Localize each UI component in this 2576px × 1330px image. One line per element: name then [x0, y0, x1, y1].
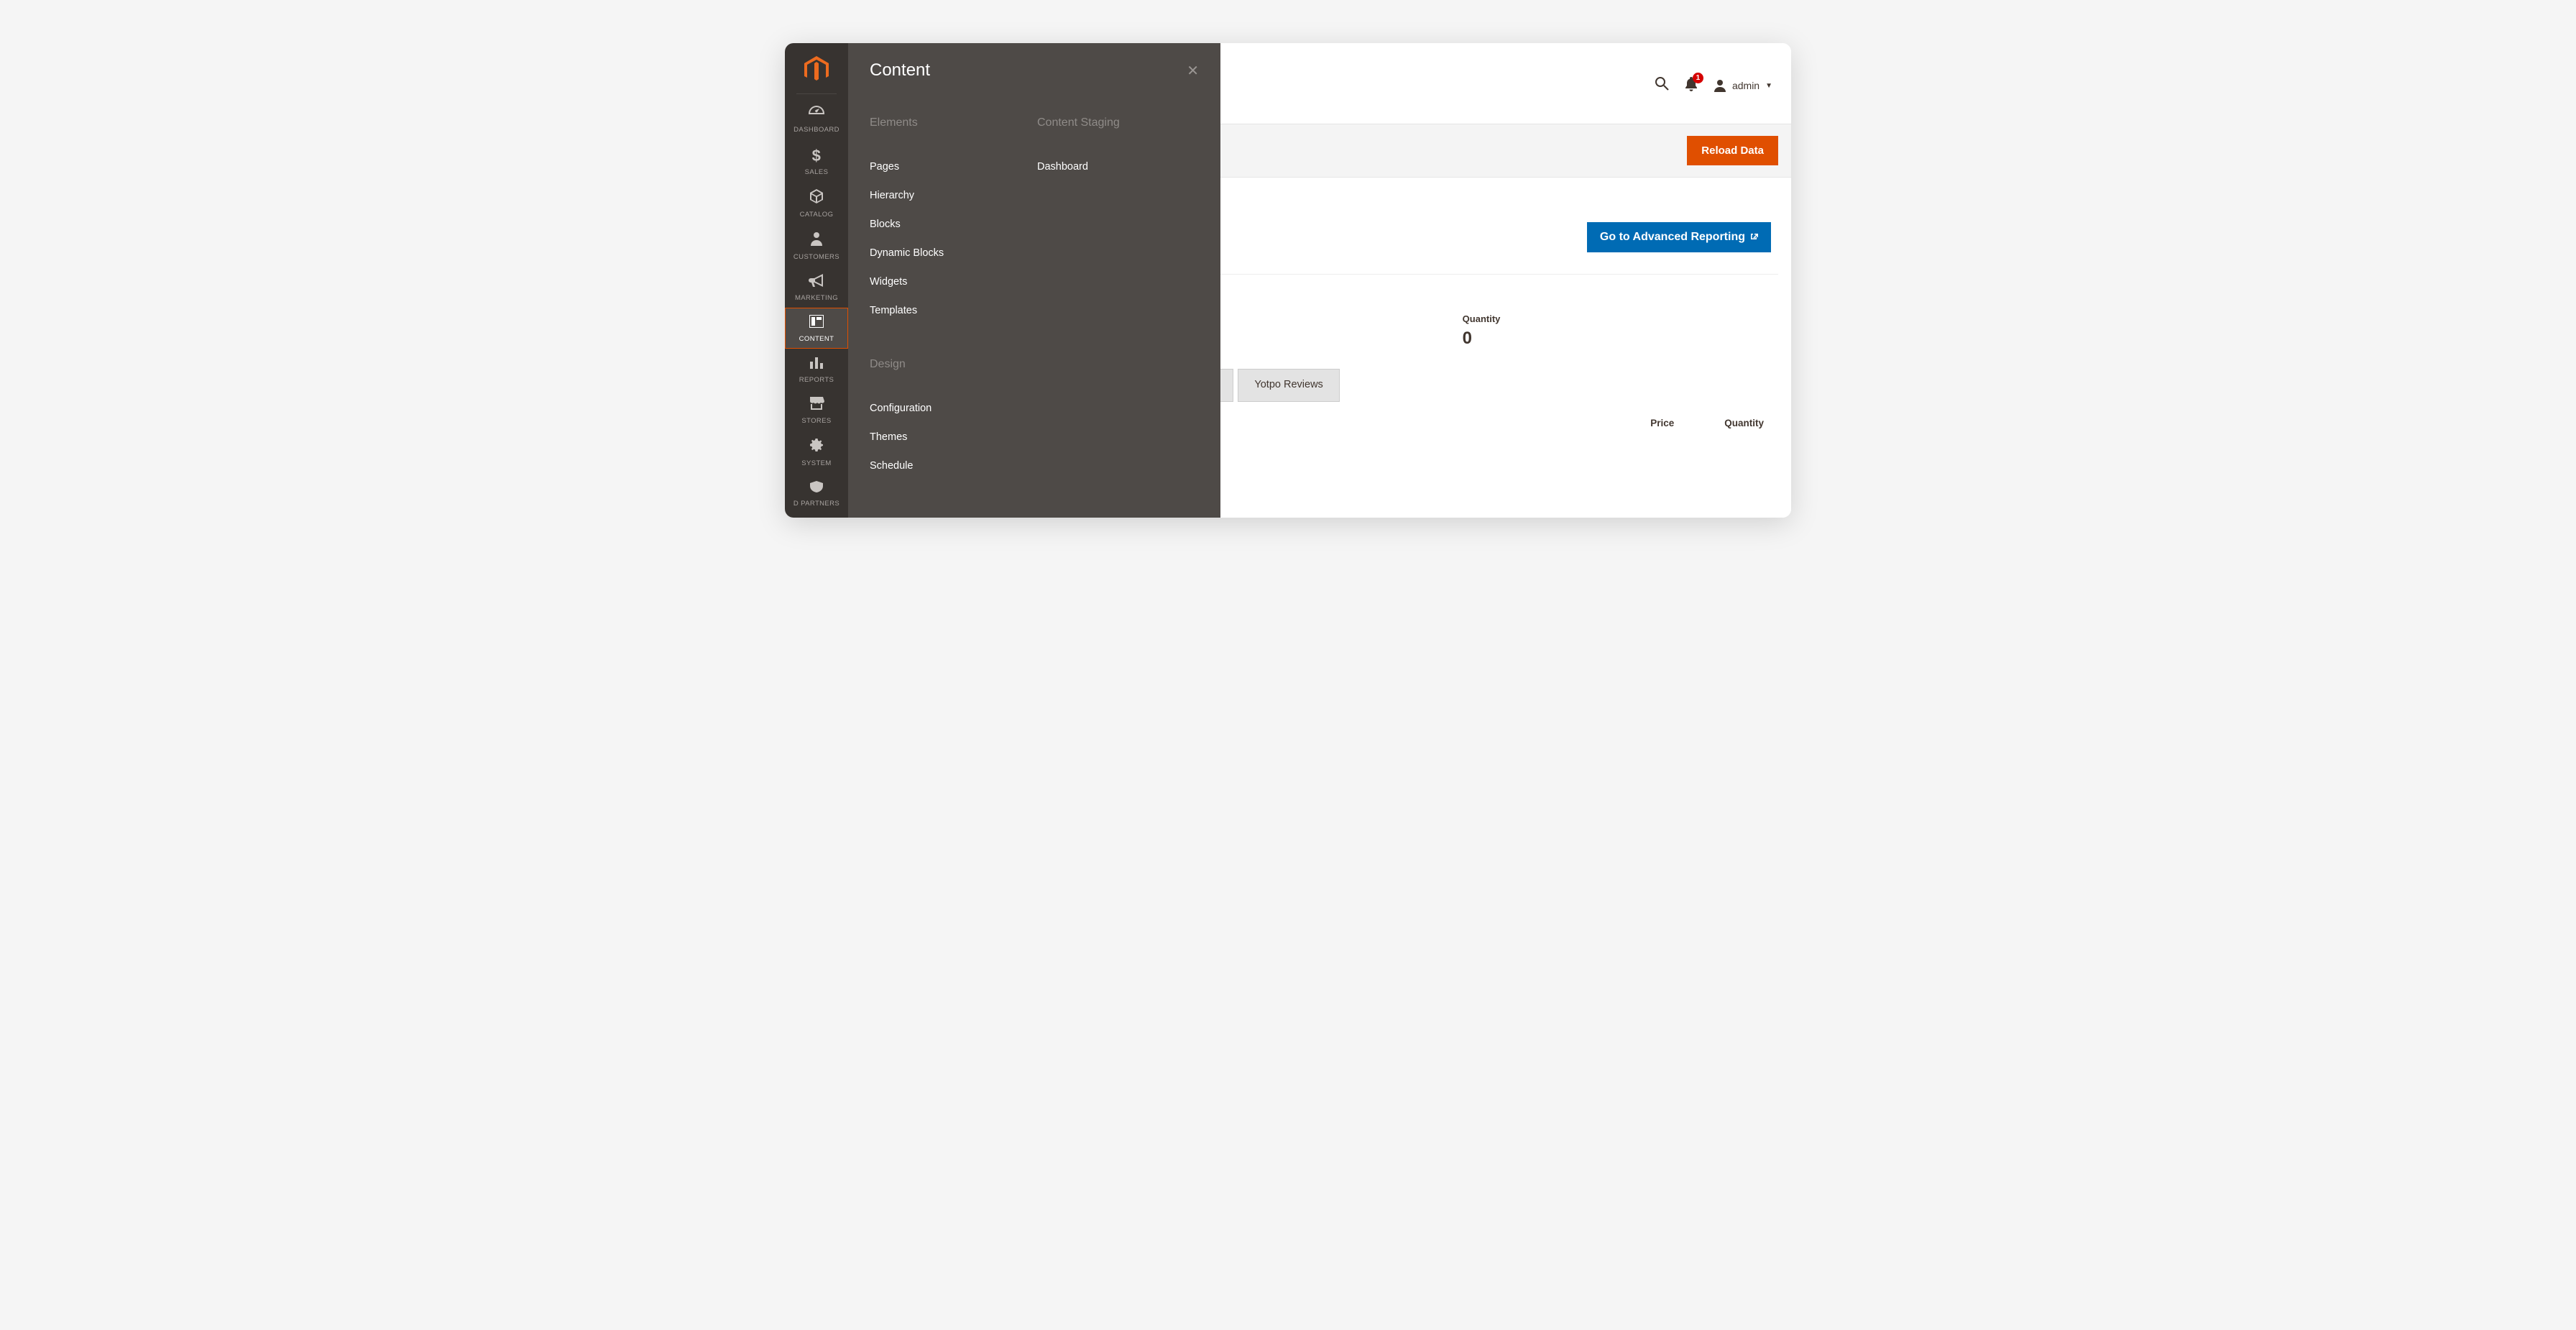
sidebar: DASHBOARD $ SALES CATALOG CUSTOMERS MARK… [785, 43, 848, 518]
user-name: admin [1732, 80, 1760, 91]
metric-quantity: Quantity 0 [1463, 313, 1761, 349]
megaphone-icon [809, 274, 824, 291]
flyout-link-widgets[interactable]: Widgets [870, 267, 1031, 296]
flyout-link-hierarchy[interactable]: Hierarchy [870, 181, 1031, 210]
nav-marketing[interactable]: MARKETING [785, 267, 848, 308]
nav-reports[interactable]: REPORTS [785, 349, 848, 390]
dollar-icon: $ [812, 147, 822, 165]
nav-dashboard[interactable]: DASHBOARD [785, 98, 848, 139]
user-icon [1714, 79, 1726, 92]
external-link-icon [1749, 232, 1758, 243]
logo[interactable] [785, 43, 848, 93]
content-flyout: Content ✕ Elements Pages Hierarchy Block… [848, 43, 1220, 518]
metric-label: Quantity [1463, 313, 1761, 324]
reload-data-button[interactable]: Reload Data [1687, 136, 1778, 165]
magento-logo-icon [804, 56, 829, 83]
nav-content[interactable]: CONTENT [785, 308, 848, 349]
nav-label: CUSTOMERS [794, 253, 840, 261]
flyout-group-staging: Content Staging [1037, 116, 1199, 129]
nav-catalog[interactable]: CATALOG [785, 182, 848, 224]
dashboard-icon [809, 106, 824, 123]
flyout-link-staging-dashboard[interactable]: Dashboard [1037, 152, 1199, 181]
flyout-link-blocks[interactable]: Blocks [870, 210, 1031, 239]
user-menu[interactable]: admin ▼ [1714, 79, 1772, 92]
advanced-reporting-button[interactable]: Go to Advanced Reporting [1587, 222, 1771, 252]
metric-value: 0 [1463, 329, 1761, 349]
col-price: Price [1650, 418, 1674, 428]
flyout-link-configuration[interactable]: Configuration [870, 394, 1031, 423]
partners-icon [809, 480, 824, 497]
nav-label: DASHBOARD [794, 126, 840, 134]
nav-label: STORES [801, 417, 831, 425]
tab-yotpo-reviews[interactable]: Yotpo Reviews [1238, 369, 1339, 402]
search-icon[interactable] [1655, 76, 1669, 95]
flyout-link-pages[interactable]: Pages [870, 152, 1031, 181]
content-icon [809, 315, 824, 332]
col-quantity: Quantity [1724, 418, 1764, 428]
close-icon[interactable]: ✕ [1187, 62, 1199, 80]
flyout-col-left: Elements Pages Hierarchy Blocks Dynamic … [870, 116, 1031, 480]
stores-icon [809, 397, 824, 414]
button-label: Go to Advanced Reporting [1600, 231, 1745, 244]
notification-badge: 1 [1693, 73, 1703, 83]
flyout-link-templates[interactable]: Templates [870, 296, 1031, 325]
nav-label: SYSTEM [801, 459, 831, 467]
chevron-down-icon: ▼ [1765, 82, 1772, 90]
flyout-group-elements: Elements [870, 116, 1031, 129]
catalog-icon [809, 189, 824, 208]
nav-system[interactable]: SYSTEM [785, 431, 848, 473]
reports-icon [809, 356, 824, 373]
flyout-title: Content [870, 60, 930, 81]
nav-label: REPORTS [799, 376, 834, 384]
app-frame: DASHBOARD $ SALES CATALOG CUSTOMERS MARK… [785, 43, 1791, 518]
nav-stores[interactable]: STORES [785, 390, 848, 431]
flyout-group-design: Design [870, 358, 1031, 371]
person-icon [811, 231, 822, 250]
nav-label: CONTENT [799, 335, 834, 343]
nav-customers[interactable]: CUSTOMERS [785, 224, 848, 267]
notifications-button[interactable]: 1 [1685, 77, 1698, 95]
nav-label: SALES [805, 168, 829, 176]
nav-partners[interactable]: D PARTNERS [785, 473, 848, 508]
flyout-link-schedule[interactable]: Schedule [870, 451, 1031, 480]
nav-sales[interactable]: $ SALES [785, 139, 848, 182]
flyout-link-dynamic-blocks[interactable]: Dynamic Blocks [870, 239, 1031, 267]
sidebar-divider [796, 93, 837, 94]
nav-label: MARKETING [795, 294, 838, 302]
flyout-col-right: Content Staging Dashboard [1031, 116, 1199, 480]
nav-label: CATALOG [800, 211, 834, 219]
nav-label: D PARTNERS [794, 500, 840, 508]
flyout-link-themes[interactable]: Themes [870, 423, 1031, 451]
gear-icon [809, 438, 824, 457]
